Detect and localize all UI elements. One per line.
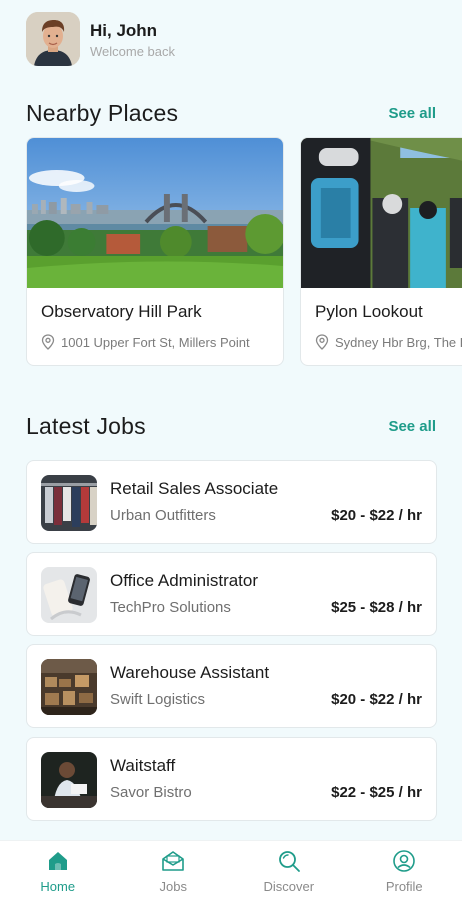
place-image	[301, 138, 462, 288]
greeting: Hi, John	[90, 20, 158, 40]
job-card[interactable]: Retail Sales Associate Urban Outfitters …	[26, 460, 437, 544]
job-pay: $20 - $22 / hr	[331, 507, 422, 524]
place-address: Sydney Hbr Brg, The Rocks	[335, 334, 462, 350]
job-pay: $25 - $28 / hr	[331, 599, 422, 616]
header: Hi, John Welcome back	[26, 12, 175, 66]
mail-icon	[162, 851, 185, 871]
nav-label-home: Home	[40, 879, 76, 894]
job-thumbnail	[41, 752, 97, 808]
job-title: Warehouse Assistant	[110, 663, 270, 682]
profile-icon	[393, 850, 416, 872]
job-company: TechPro Solutions	[110, 599, 231, 616]
place-name: Pylon Lookout	[315, 302, 423, 321]
nav-label-discover: Discover	[263, 879, 315, 894]
job-pay: $20 - $22 / hr	[331, 691, 422, 708]
see-all-places-link[interactable]: See all	[388, 105, 436, 122]
see-all-jobs-link[interactable]: See all	[388, 418, 436, 435]
welcome-subtitle: Welcome back	[90, 43, 176, 59]
job-thumbnail	[41, 475, 97, 531]
job-title: Waitstaff	[110, 756, 176, 775]
nav-label-jobs: Jobs	[159, 879, 187, 894]
latest-jobs-header: Latest Jobs See all	[26, 413, 436, 440]
job-card[interactable]: Waitstaff Savor Bistro $22 - $25 / hr	[26, 737, 437, 821]
nav-item-profile[interactable]: Profile	[347, 841, 462, 900]
bottom-nav: Home Jobs Discover Profile	[0, 840, 462, 900]
job-title: Retail Sales Associate	[110, 479, 279, 498]
job-company: Savor Bistro	[110, 784, 192, 801]
section-title-jobs: Latest Jobs	[26, 413, 146, 439]
nav-item-jobs[interactable]: Jobs	[116, 841, 232, 900]
job-title: Office Administrator	[110, 571, 259, 590]
job-thumbnail	[41, 659, 97, 715]
job-company: Swift Logistics	[110, 691, 206, 708]
section-title-nearby: Nearby Places	[26, 100, 179, 126]
nearby-places-header: Nearby Places See all	[26, 100, 436, 127]
job-pay: $22 - $25 / hr	[331, 784, 422, 801]
nav-label-profile: Profile	[385, 879, 423, 894]
place-card[interactable]: Observatory Hill Park 1001 Upper Fort St…	[26, 137, 284, 366]
search-icon	[278, 851, 300, 872]
nav-item-home[interactable]: Home	[0, 841, 116, 900]
location-pin-icon	[41, 334, 55, 350]
job-card[interactable]: Office Administrator TechPro Solutions $…	[26, 552, 437, 636]
place-card[interactable]: Pylon Lookout Sydney Hbr Brg, The Rocks	[300, 137, 462, 366]
job-thumbnail	[41, 567, 97, 623]
place-image	[27, 138, 283, 288]
avatar[interactable]	[26, 12, 80, 66]
nav-item-discover[interactable]: Discover	[231, 841, 347, 900]
location-pin-icon	[315, 334, 329, 350]
home-icon	[48, 852, 67, 870]
job-card[interactable]: Warehouse Assistant Swift Logistics $20 …	[26, 644, 437, 728]
place-address: 1001 Upper Fort St, Millers Point	[61, 334, 250, 350]
place-name: Observatory Hill Park	[41, 302, 202, 321]
job-company: Urban Outfitters	[110, 507, 216, 524]
places-carousel[interactable]: Observatory Hill Park 1001 Upper Fort St…	[26, 137, 462, 367]
